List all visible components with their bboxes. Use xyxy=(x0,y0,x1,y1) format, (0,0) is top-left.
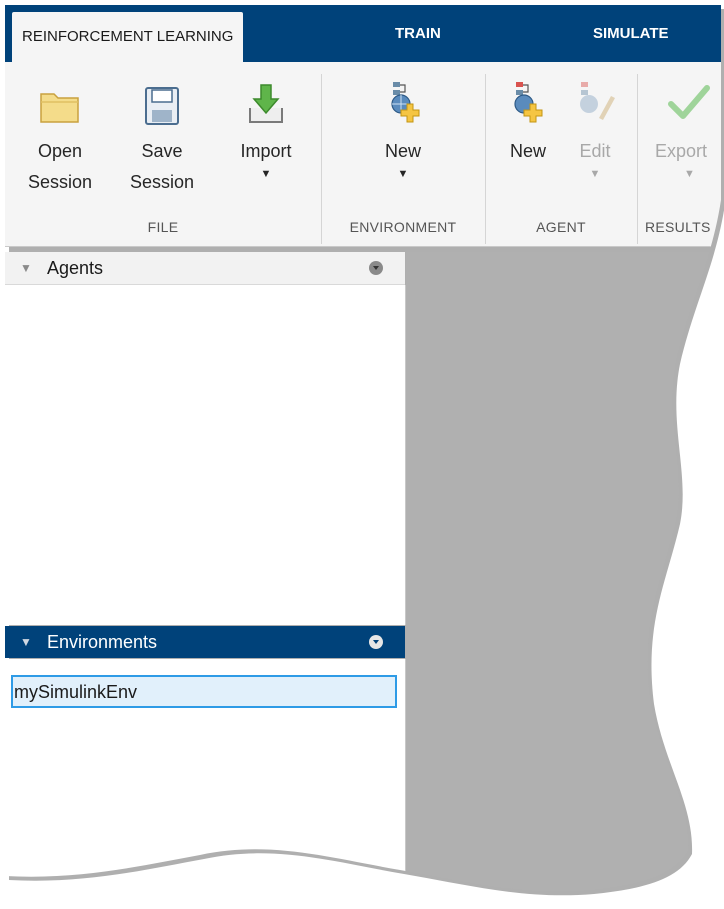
panel-menu-icon[interactable] xyxy=(369,261,383,275)
edit-agent-button[interactable]: Edit ▼ xyxy=(565,80,625,181)
new-environment-label: New xyxy=(384,141,421,161)
tab-strip: REINFORCEMENT LEARNING TRAIN SIMULATE xyxy=(5,5,721,62)
agents-list[interactable] xyxy=(5,285,406,625)
import-label: Import xyxy=(240,141,292,161)
tab-reinforcement-learning[interactable]: REINFORCEMENT LEARNING xyxy=(12,12,243,62)
open-session-label-2: Session xyxy=(27,172,93,192)
import-dropdown-caret[interactable]: ▼ xyxy=(227,167,305,181)
save-session-label-1: Save xyxy=(141,141,183,161)
open-session-button[interactable]: Open Session xyxy=(25,80,95,198)
save-disk-icon xyxy=(123,80,201,136)
environment-section-label: ENVIRONMENT xyxy=(349,219,457,235)
ribbon-separator xyxy=(637,74,638,244)
edit-agent-label: Edit xyxy=(579,141,611,161)
new-agent-label: New xyxy=(509,141,546,161)
file-section-label: FILE xyxy=(147,219,179,235)
export-label: Export xyxy=(655,141,708,161)
open-session-label-1: Open xyxy=(37,141,83,161)
results-section-label: RESULTS xyxy=(645,219,711,235)
export-dropdown-caret[interactable]: ▼ xyxy=(649,167,724,181)
save-session-button[interactable]: Save Session xyxy=(123,80,201,198)
save-session-label-2: Session xyxy=(129,172,195,192)
new-agent-button[interactable]: New xyxy=(499,80,557,167)
tab-simulate[interactable]: SIMULATE xyxy=(593,5,669,62)
agents-panel-title: Agents xyxy=(47,258,104,278)
new-agent-icon xyxy=(499,80,557,136)
collapse-triangle-icon[interactable]: ▼ xyxy=(20,252,32,284)
edit-agent-icon xyxy=(565,80,625,136)
tab-train[interactable]: TRAIN xyxy=(395,5,441,62)
collapse-triangle-icon[interactable]: ▼ xyxy=(20,626,32,658)
import-arrow-icon xyxy=(227,80,305,136)
new-environment-icon xyxy=(363,80,443,136)
panel-menu-icon[interactable] xyxy=(369,635,383,649)
edit-agent-dropdown-caret[interactable]: ▼ xyxy=(565,167,625,181)
agents-panel-header[interactable]: ▼ Agents xyxy=(5,252,405,285)
environments-panel-header[interactable]: ▼ Environments xyxy=(5,626,405,658)
environments-panel-title: Environments xyxy=(47,632,158,652)
folder-icon xyxy=(25,80,95,136)
agent-section-label: AGENT xyxy=(536,219,586,235)
new-environment-dropdown-caret[interactable]: ▼ xyxy=(363,167,443,181)
new-environment-button[interactable]: New ▼ xyxy=(363,80,443,181)
ribbon-toolbar: Open Session Save Session Import ▼ FILE … xyxy=(5,62,721,247)
export-button[interactable]: Export ▼ xyxy=(649,80,724,181)
import-button[interactable]: Import ▼ xyxy=(227,80,305,181)
list-item[interactable]: mySimulinkEnv xyxy=(11,675,397,708)
export-check-icon xyxy=(649,80,724,136)
